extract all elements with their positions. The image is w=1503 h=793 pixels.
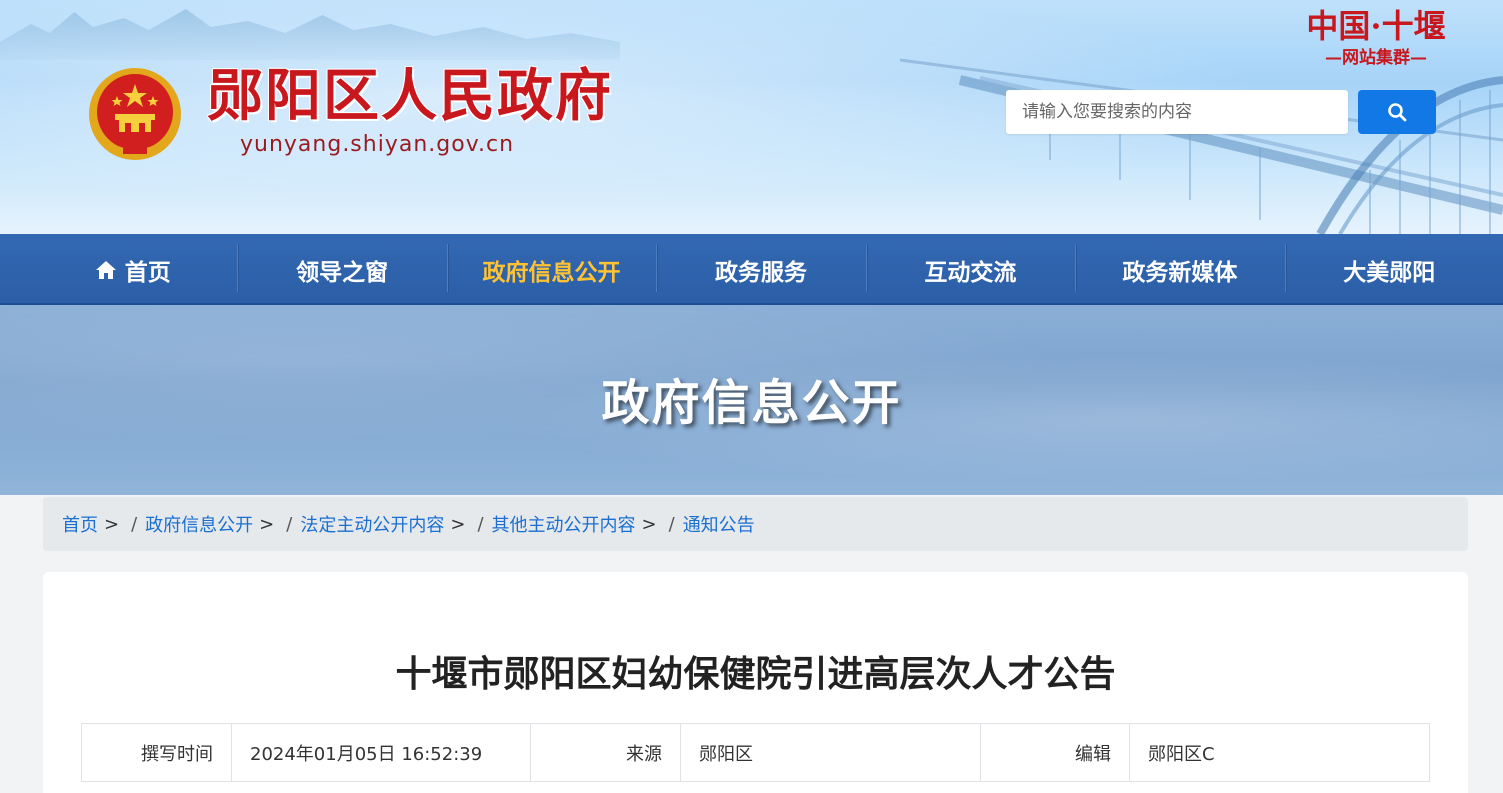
meta-time-label: 撰写时间 (82, 724, 232, 781)
nav-item-leaders[interactable]: 领导之窗 (237, 234, 446, 305)
nav-item-new-media[interactable]: 政务新媒体 (1075, 234, 1284, 305)
national-emblem-icon (89, 68, 181, 160)
meta-editor-label: 编辑 (981, 724, 1130, 781)
search-button[interactable] (1358, 90, 1436, 134)
nav-item-label: 大美郧阳 (1343, 259, 1436, 286)
article-title: 十堰市郧阳区妇幼保健院引进高层次人才公告 (395, 654, 1116, 695)
site-domain: yunyang.shiyan.gov.cn (240, 132, 515, 157)
home-icon (95, 260, 117, 280)
nav-item-label: 首页 (124, 259, 171, 286)
nav-item-label: 领导之窗 (296, 259, 389, 286)
site-title[interactable]: 郧阳区人民政府 (207, 64, 613, 128)
meta-editor-value: 郧阳区C (1148, 743, 1215, 765)
breadcrumb-other-content[interactable]: 其他主动公开内容 (492, 511, 636, 537)
nav-item-interaction[interactable]: 互动交流 (865, 234, 1075, 305)
nav-item-label: 政务服务 (714, 259, 807, 286)
meta-time-value: 2024年01月05日 16:52:39 (232, 724, 531, 781)
group-logo-line1: 中国·十堰 (1306, 7, 1446, 45)
meta-source-value: 郧阳区 (681, 724, 981, 781)
nav-item-services[interactable]: 政务服务 (656, 234, 865, 305)
section-banner: 政府信息公开 (0, 305, 1503, 495)
breadcrumb-slash: / (286, 513, 293, 535)
breadcrumb-notices[interactable]: 通知公告 (683, 511, 755, 537)
search-icon (1388, 103, 1407, 122)
breadcrumb-slash: / (477, 513, 484, 535)
nav-item-home[interactable]: 首页 (28, 234, 237, 305)
search-input[interactable] (1006, 90, 1348, 134)
breadcrumb-separator: > (641, 513, 657, 535)
breadcrumb-home[interactable]: 首页 (62, 511, 98, 537)
breadcrumb-slash: / (131, 513, 138, 535)
article-meta-table: 撰写时间 2024年01月05日 16:52:39 来源 郧阳区 编辑 郧阳区C (81, 723, 1430, 782)
article-card: 十堰市郧阳区妇幼保健院引进高层次人才公告 撰写时间 2024年01月05日 16… (43, 572, 1468, 793)
breadcrumb-separator: > (450, 513, 466, 535)
nav-item-label: 政务新媒体 (1122, 259, 1238, 286)
breadcrumb-slash: / (668, 513, 675, 535)
main-nav: 首页 领导之窗 政府信息公开 政务服务 互动交流 政务新媒体 大美郧阳 (0, 234, 1503, 305)
nav-item-gov-info[interactable]: 政府信息公开 (446, 234, 656, 305)
breadcrumb-gov-info[interactable]: 政府信息公开 (145, 511, 253, 537)
nav-item-beautiful-yunyang[interactable]: 大美郧阳 (1284, 234, 1494, 305)
nav-item-label: 互动交流 (924, 259, 1017, 286)
site-header: 郧阳区人民政府 yunyang.shiyan.gov.cn 中国·十堰 —网站集… (0, 0, 1503, 234)
nav-item-label: 政府信息公开 (482, 259, 621, 286)
breadcrumb-separator: > (104, 513, 120, 535)
meta-source-label: 来源 (531, 724, 681, 781)
group-logo-line2: —网站集群— (1325, 48, 1427, 68)
breadcrumb-separator: > (259, 513, 275, 535)
breadcrumb: 首页 > / 政府信息公开 > / 法定主动公开内容 > / 其他主动公开内容 … (43, 497, 1468, 551)
breadcrumb-statutory-content[interactable]: 法定主动公开内容 (300, 511, 444, 537)
site-group-logo[interactable]: 中国·十堰 —网站集群— (1290, 6, 1462, 70)
banner-title: 政府信息公开 (601, 375, 902, 431)
